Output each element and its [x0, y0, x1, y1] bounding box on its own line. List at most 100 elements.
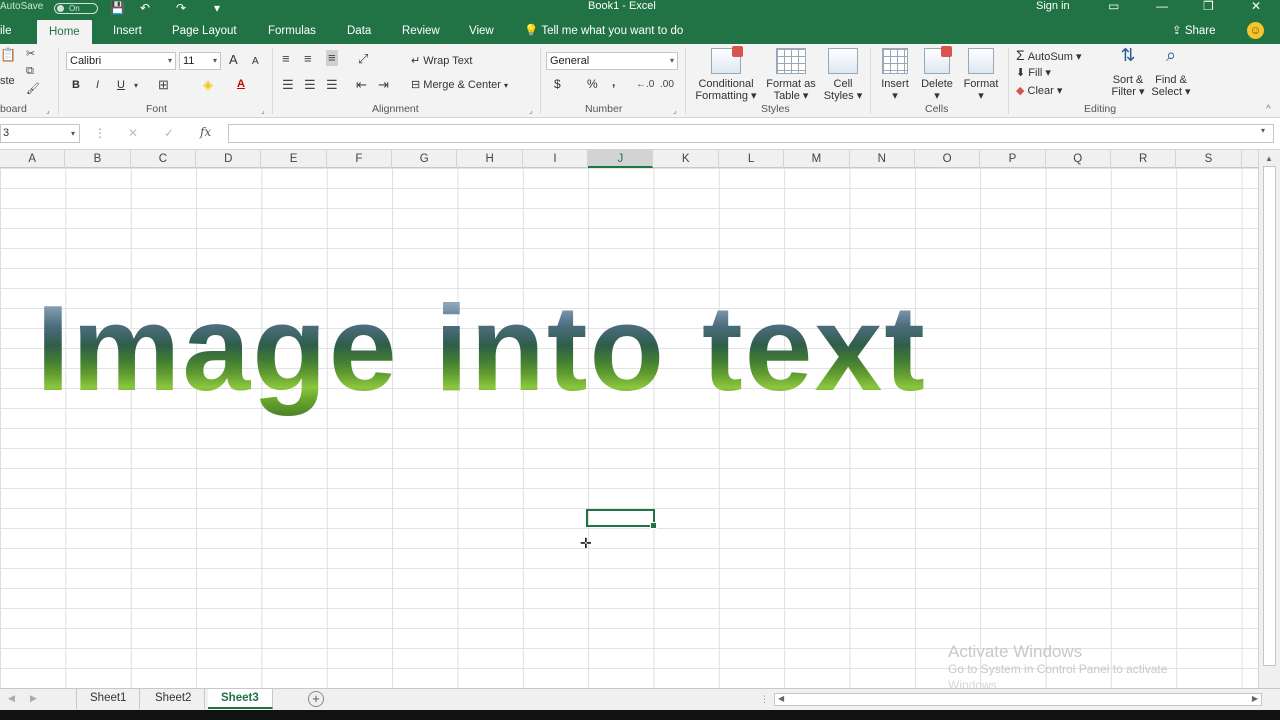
name-box[interactable]: 3 ▾ [0, 124, 80, 143]
column-header[interactable]: O [915, 150, 981, 168]
worksheet-grid[interactable] [0, 168, 1258, 688]
tell-me-search[interactable]: 💡 Tell me what you want to do [524, 23, 683, 37]
clear-button[interactable]: ◆ Clear ▾ [1016, 85, 1062, 97]
save-icon[interactable]: 💾 [110, 0, 125, 16]
scroll-left-icon[interactable]: ◀ [778, 694, 784, 703]
comma-button[interactable]: , [612, 76, 615, 88]
number-launcher-icon[interactable]: ⌟ [673, 106, 677, 115]
merge-center-button[interactable]: ⊟ Merge & Center ▾ [411, 79, 508, 92]
enter-icon[interactable]: ✓ [164, 126, 174, 140]
column-header[interactable]: L [719, 150, 785, 168]
align-bottom-icon[interactable]: ≡ [326, 50, 338, 66]
column-header[interactable]: B [65, 150, 131, 168]
minimize-icon[interactable]: — [1156, 0, 1168, 12]
column-header[interactable]: A [0, 150, 66, 168]
add-sheet-button[interactable]: + [308, 691, 324, 707]
cut-icon[interactable]: ✂ [26, 47, 35, 61]
active-cell[interactable] [586, 509, 657, 529]
share-button[interactable]: ⇪ Share [1172, 23, 1216, 37]
orientation-icon[interactable]: ⤢ [358, 52, 368, 66]
column-header[interactable]: G [392, 150, 458, 168]
decrease-indent-icon[interactable]: ⇤ [356, 78, 367, 92]
close-icon[interactable]: ✕ [1251, 0, 1261, 12]
column-header[interactable]: H [457, 150, 523, 168]
autosave-toggle[interactable]: On [54, 3, 98, 14]
font-name-select[interactable]: Calibri ▾ [66, 52, 176, 70]
column-header[interactable]: N [850, 150, 915, 168]
column-header[interactable]: M [784, 150, 850, 168]
ribbon-display-icon[interactable]: ▭ [1108, 0, 1119, 12]
align-top-icon[interactable]: ≡ [282, 52, 290, 66]
fill-button[interactable]: ⬇ Fill ▾ [1016, 67, 1051, 79]
conditional-formatting-button[interactable]: Conditional Formatting ▾ [691, 46, 761, 102]
column-header[interactable]: C [131, 150, 197, 168]
insert-function-button[interactable]: fx [200, 125, 211, 139]
align-left-icon[interactable]: ☰ [282, 78, 294, 92]
redo-icon[interactable]: ↷ [176, 0, 186, 16]
format-painter-icon[interactable]: 🖌 [26, 82, 40, 96]
wrap-text-button[interactable]: ↵ Wrap Text [411, 55, 472, 67]
underline-button[interactable]: U [117, 79, 125, 91]
paste-icon[interactable]: 📋 [0, 48, 16, 62]
undo-icon[interactable]: ↶ [140, 0, 150, 16]
fill-color-icon[interactable]: ◈ [203, 78, 213, 92]
italic-button[interactable]: I [96, 79, 99, 91]
chevron-down-icon[interactable]: ▾ [134, 79, 138, 93]
next-sheet-icon[interactable]: ▶ [30, 693, 37, 704]
align-middle-icon[interactable]: ≡ [304, 52, 312, 66]
tab-review[interactable]: Review [402, 23, 440, 39]
tab-page-layout[interactable]: Page Layout [172, 23, 237, 39]
tab-formulas[interactable]: Formulas [268, 23, 316, 39]
sort-filter-button[interactable]: ⇅ Sort & Filter ▾ [1108, 46, 1148, 98]
font-size-select[interactable]: 11 ▾ [179, 52, 221, 70]
chevron-down-icon[interactable]: ▾ [1261, 126, 1265, 135]
grow-font-button[interactable]: A [229, 53, 238, 66]
image-filled-text[interactable]: Image into text [36, 278, 1226, 418]
tab-file[interactable]: ile [0, 23, 12, 39]
collapse-ribbon-icon[interactable]: ^ [1266, 104, 1271, 115]
increase-indent-icon[interactable]: ⇥ [378, 78, 389, 92]
tab-split-handle-icon[interactable]: ⋮ [760, 694, 769, 705]
cancel-icon[interactable]: ✕ [128, 126, 138, 140]
sheet-tab-1[interactable]: Sheet1 [76, 689, 141, 709]
clipboard-launcher-icon[interactable]: ⌟ [46, 106, 50, 115]
scroll-up-icon[interactable]: ▲ [1265, 154, 1273, 163]
customize-qat-icon[interactable]: ▾ [214, 0, 220, 16]
prev-sheet-icon[interactable]: ◀ [8, 693, 15, 704]
column-header[interactable]: R [1111, 150, 1177, 168]
sheet-tab-3[interactable]: Sheet3 [208, 689, 273, 709]
scroll-thumb[interactable] [1263, 166, 1276, 666]
copy-icon[interactable]: ⧉ [26, 64, 34, 78]
formula-input[interactable]: ▾ [228, 124, 1274, 143]
format-as-table-button[interactable]: Format as Table ▾ [763, 48, 819, 102]
bold-button[interactable]: B [72, 79, 80, 91]
number-format-select[interactable]: General ▾ [546, 52, 678, 70]
font-launcher-icon[interactable]: ⌟ [261, 106, 265, 115]
alignment-launcher-icon[interactable]: ⌟ [529, 106, 533, 115]
column-header[interactable]: K [654, 150, 719, 168]
autosum-button[interactable]: Σ AutoSum ▾ [1016, 48, 1082, 63]
insert-cells-button[interactable]: Insert ▾ [876, 48, 914, 102]
column-header[interactable]: S [1176, 150, 1242, 168]
tab-home[interactable]: Home [37, 20, 92, 44]
column-header[interactable]: E [261, 150, 327, 168]
column-header[interactable]: D [196, 150, 262, 168]
increase-decimal-icon[interactable]: ←.0 [636, 78, 654, 92]
currency-button[interactable]: $ [554, 78, 561, 90]
find-select-button[interactable]: ⌕ Find & Select ▾ [1150, 46, 1192, 98]
column-header[interactable]: P [980, 150, 1046, 168]
column-header[interactable]: I [523, 150, 589, 168]
more-icon[interactable]: ⋮ [94, 126, 106, 140]
borders-icon[interactable]: ⊞ [158, 78, 169, 92]
column-header[interactable]: J [588, 150, 654, 168]
sign-in-link[interactable]: Sign in [1036, 0, 1070, 12]
format-cells-button[interactable]: Format ▾ [960, 48, 1002, 102]
tab-data[interactable]: Data [347, 23, 371, 39]
percent-button[interactable]: % [587, 78, 598, 90]
decrease-decimal-icon[interactable]: .00 [660, 78, 674, 92]
align-right-icon[interactable]: ☰ [326, 78, 338, 92]
cell-styles-button[interactable]: Cell Styles ▾ [821, 48, 865, 102]
font-color-button[interactable]: A [237, 78, 245, 90]
column-header[interactable]: F [327, 150, 393, 168]
tab-insert[interactable]: Insert [113, 23, 142, 39]
